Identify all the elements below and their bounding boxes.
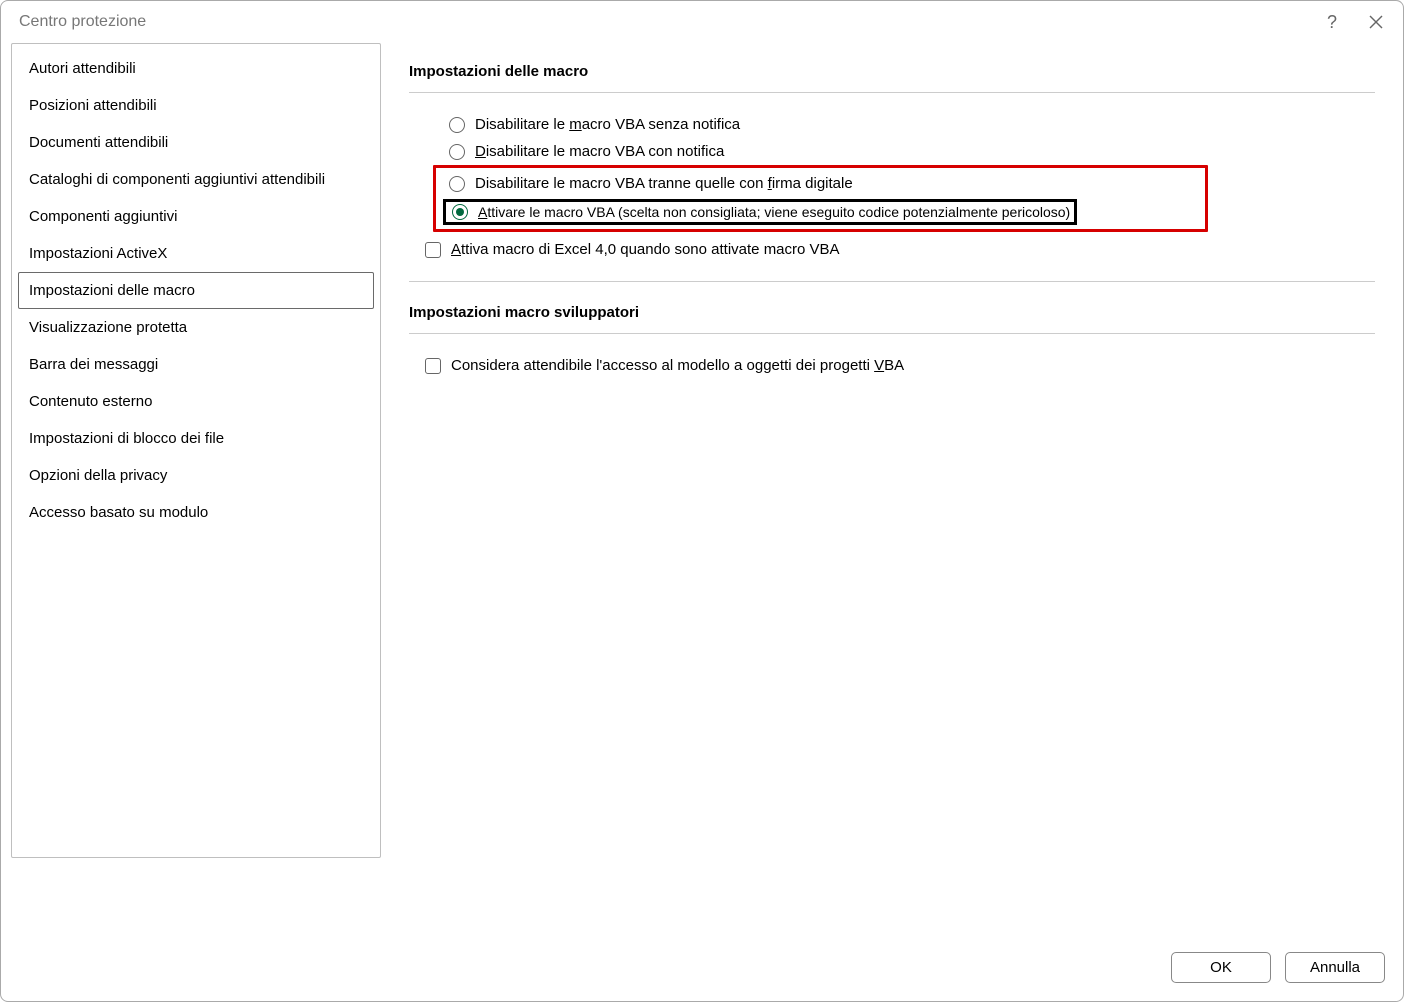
developer-macro-section: Impostazioni macro sviluppatori Consider…: [409, 304, 1375, 379]
checkbox-trust-vba-access[interactable]: Considera attendibile l'accesso al model…: [409, 352, 1375, 379]
radio-icon: [449, 117, 465, 133]
radio-disable-except-signed[interactable]: Disabilitare le macro VBA tranne quelle …: [447, 170, 1205, 197]
checkbox-icon: [425, 242, 441, 258]
ok-button[interactable]: OK: [1171, 952, 1271, 983]
radio-icon: [449, 144, 465, 160]
radio-enable-all-label[interactable]: Attivare le macro VBA (scelta non consig…: [478, 204, 1070, 220]
checkbox-label: Attiva macro di Excel 4,0 quando sono at…: [451, 241, 840, 258]
sidebar-item-11[interactable]: Opzioni della privacy: [18, 457, 374, 494]
sidebar-item-5[interactable]: Impostazioni ActiveX: [18, 235, 374, 272]
dev-settings-header: Impostazioni macro sviluppatori: [409, 304, 1375, 334]
sidebar-item-4[interactable]: Componenti aggiuntivi: [18, 198, 374, 235]
sidebar: Autori attendibiliPosizioni attendibiliD…: [11, 43, 381, 858]
checkbox-label: Considera attendibile l'accesso al model…: [451, 357, 904, 374]
sidebar-item-0[interactable]: Autori attendibili: [18, 50, 374, 87]
dialog-title: Centro protezione: [19, 13, 146, 31]
sidebar-item-12[interactable]: Accesso basato su modulo: [18, 494, 374, 531]
sidebar-item-7[interactable]: Visualizzazione protetta: [18, 309, 374, 346]
close-icon[interactable]: [1363, 9, 1389, 35]
cancel-button[interactable]: Annulla: [1285, 952, 1385, 983]
sidebar-item-1[interactable]: Posizioni attendibili: [18, 87, 374, 124]
dialog-footer: OK Annulla: [1, 940, 1403, 1001]
radio-label: Disabilitare le macro VBA senza notifica: [475, 116, 740, 133]
titlebar: Centro protezione ?: [1, 1, 1403, 43]
radio-icon: [449, 176, 465, 192]
macro-settings-header: Impostazioni delle macro: [409, 63, 1375, 93]
radio-label: Disabilitare le macro VBA con notifica: [475, 143, 724, 160]
main-panel: Impostazioni delle macro Disabilitare le…: [409, 43, 1393, 940]
sidebar-item-2[interactable]: Documenti attendibili: [18, 124, 374, 161]
radio-disable-no-notify[interactable]: Disabilitare le macro VBA senza notifica: [447, 111, 1375, 138]
sidebar-item-8[interactable]: Barra dei messaggi: [18, 346, 374, 383]
help-icon[interactable]: ?: [1319, 9, 1345, 35]
radio-disable-with-notify[interactable]: Disabilitare le macro VBA con notifica: [447, 138, 1375, 165]
section-divider: Attiva macro di Excel 4,0 quando sono at…: [409, 236, 1375, 282]
sidebar-item-6[interactable]: Impostazioni delle macro: [18, 272, 374, 309]
radio-icon: [452, 204, 468, 220]
highlight-annotation-black: Attivare le macro VBA (scelta non consig…: [443, 199, 1077, 225]
sidebar-item-3[interactable]: Cataloghi di componenti aggiuntivi atten…: [18, 161, 374, 198]
radio-label: Disabilitare le macro VBA tranne quelle …: [475, 175, 853, 192]
checkbox-icon: [425, 358, 441, 374]
highlight-annotation-red: Disabilitare le macro VBA tranne quelle …: [433, 165, 1208, 232]
sidebar-item-10[interactable]: Impostazioni di blocco dei file: [18, 420, 374, 457]
sidebar-item-9[interactable]: Contenuto esterno: [18, 383, 374, 420]
trust-center-dialog: Centro protezione ? Autori attendibiliPo…: [0, 0, 1404, 1002]
macro-radio-group: Disabilitare le macro VBA senza notifica…: [409, 111, 1375, 232]
checkbox-excel4-macros[interactable]: Attiva macro di Excel 4,0 quando sono at…: [409, 236, 1375, 263]
